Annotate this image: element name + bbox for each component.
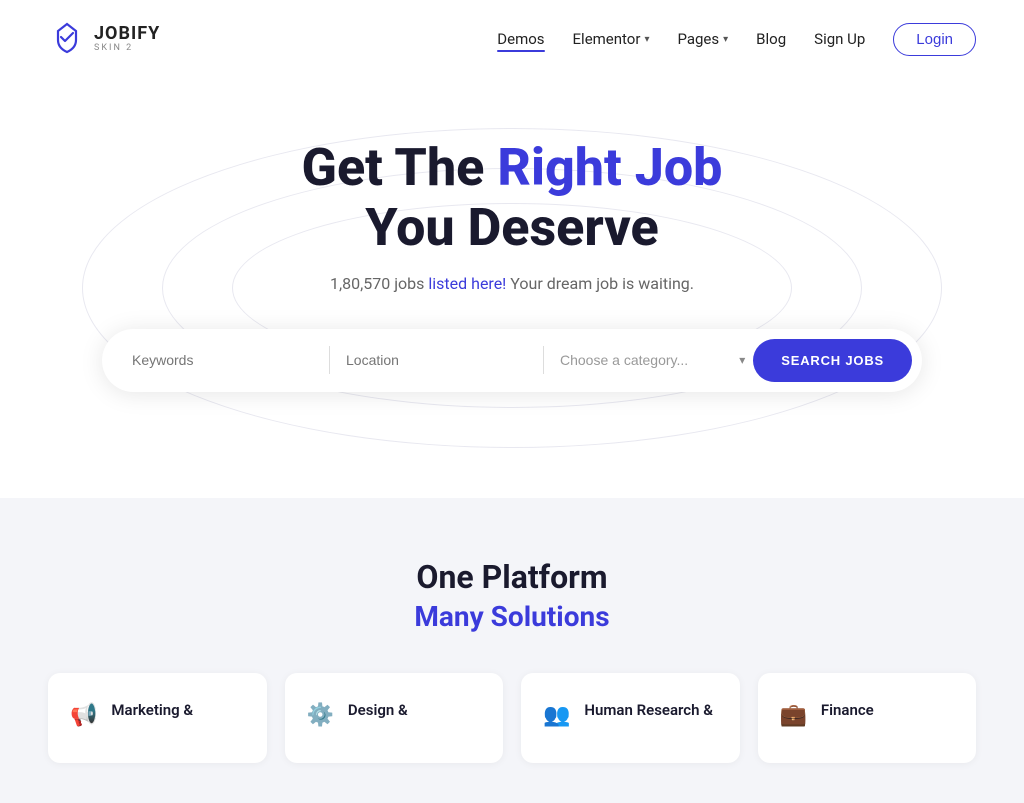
search-button[interactable]: SEARCH JOBS (753, 339, 912, 382)
nav-blog[interactable]: Blog (756, 30, 786, 48)
category-label-design: Design & (348, 701, 408, 721)
category-select[interactable]: Choose a category... Design Development … (550, 344, 753, 376)
nav-demos[interactable]: Demos (497, 30, 544, 48)
nav-elementor[interactable]: Elementor ▾ (573, 30, 650, 48)
platform-subtitle: Many Solutions (48, 600, 976, 633)
hero-subtitle-rest: Your dream job is waiting. (506, 274, 694, 293)
platform-title: One Platform (48, 558, 976, 596)
logo: JOBIFY SKIN 2 (48, 18, 160, 60)
hero-subtitle-accent: listed here! (428, 274, 506, 293)
search-bar: Choose a category... Design Development … (102, 329, 922, 392)
logo-text: JOBIFY SKIN 2 (94, 25, 160, 53)
navbar: JOBIFY SKIN 2 Demos Elementor ▾ Pages ▾ … (0, 0, 1024, 78)
category-card-marketing[interactable]: 📢 Marketing & (48, 673, 267, 763)
category-card-design[interactable]: ⚙️ Design & (285, 673, 504, 763)
logo-subtitle: SKIN 2 (94, 44, 160, 53)
platform-section: One Platform Many Solutions 📢 Marketing … (0, 498, 1024, 803)
hero-title-part2: You Deserve (365, 197, 658, 258)
hero-title: Get The Right Job You Deserve (20, 138, 1004, 258)
location-input[interactable] (336, 344, 537, 376)
search-divider-2 (543, 346, 544, 374)
signup-button[interactable]: Sign Up (814, 30, 865, 48)
hero-subtitle: 1,80,570 jobs listed here! Your dream jo… (20, 274, 1004, 293)
category-card-human[interactable]: 👥 Human Research & (521, 673, 740, 763)
finance-icon: 💼 (780, 703, 807, 728)
keywords-input[interactable] (122, 344, 323, 376)
category-cards: 📢 Marketing & ⚙️ Design & 👥 Human Resear… (48, 673, 976, 763)
category-card-finance[interactable]: 💼 Finance (758, 673, 977, 763)
category-label-human: Human Research & (584, 701, 713, 721)
login-button[interactable]: Login (893, 23, 976, 56)
hero-subtitle-plain: 1,80,570 jobs (330, 274, 428, 293)
category-wrapper: Choose a category... Design Development … (550, 344, 753, 376)
hero-section: Get The Right Job You Deserve 1,80,570 j… (0, 78, 1024, 498)
logo-title: JOBIFY (94, 25, 160, 43)
nav-pages[interactable]: Pages ▾ (677, 30, 728, 48)
chevron-down-icon: ▾ (723, 34, 728, 45)
logo-icon (48, 18, 86, 60)
hero-title-part1: Get The (302, 137, 498, 198)
people-icon: 👥 (543, 703, 570, 728)
chevron-down-icon: ▾ (644, 34, 649, 45)
nav-links: Demos Elementor ▾ Pages ▾ Blog Sign Up L… (497, 23, 976, 56)
hero-title-accent: Right Job (497, 137, 722, 198)
search-divider-1 (329, 346, 330, 374)
design-icon: ⚙️ (307, 703, 334, 728)
megaphone-icon: 📢 (70, 703, 97, 728)
category-label-finance: Finance (821, 701, 874, 721)
category-label-marketing: Marketing & (111, 701, 193, 721)
